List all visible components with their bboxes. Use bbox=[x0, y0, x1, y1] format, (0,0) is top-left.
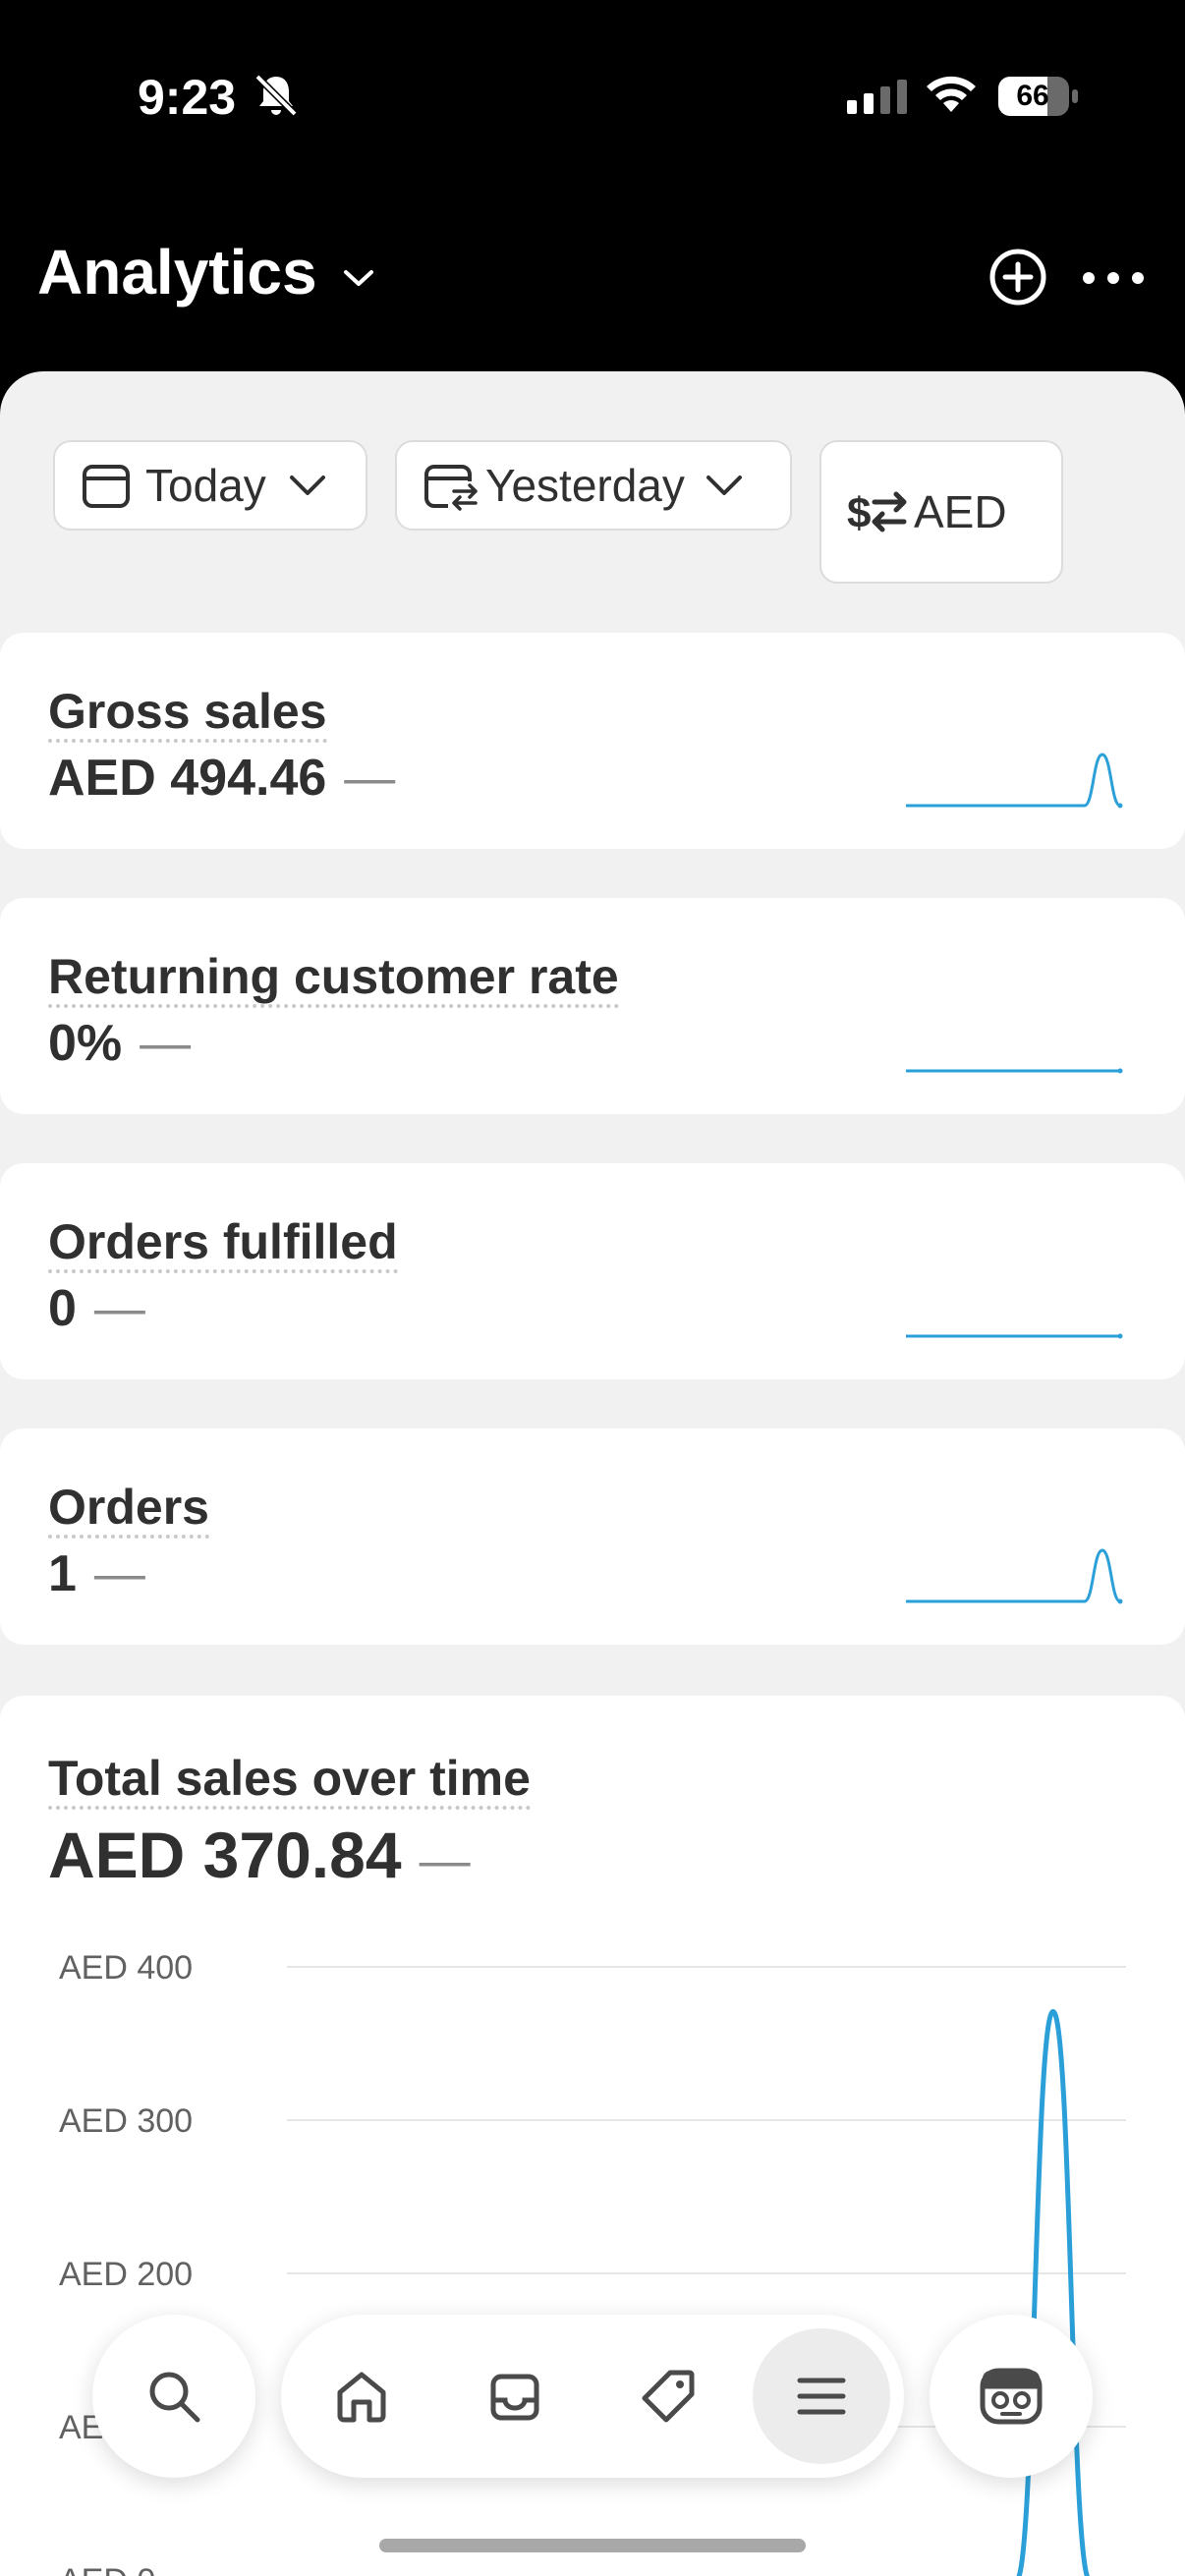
tag-icon bbox=[642, 2370, 695, 2423]
sparkline bbox=[905, 1068, 1123, 1074]
metric-card-orders[interactable]: Orders 1— bbox=[0, 1428, 1185, 1645]
sales-line-chart: AED 400AED 300AED 200AED 100AED 0 bbox=[59, 1949, 1126, 2576]
metric-value: 0% — bbox=[48, 1015, 192, 1072]
currency-exchange-icon: $ bbox=[847, 489, 907, 537]
chevron-down-icon[interactable] bbox=[342, 267, 375, 289]
metric-label: Returning customer rate bbox=[48, 949, 619, 1008]
y-tick-label: AED 0 bbox=[59, 2562, 155, 2576]
search-icon bbox=[149, 2372, 200, 2423]
sparkline bbox=[905, 753, 1123, 809]
menu-icon bbox=[797, 2378, 846, 2415]
analytics-sheet: Today Yesterday $ AED Gross sales AED 49… bbox=[0, 371, 1185, 2576]
bell-muted-icon bbox=[254, 74, 298, 117]
metric-label: Gross sales bbox=[48, 684, 327, 743]
metric-card-gross-sales[interactable]: Gross sales AED 494.46— bbox=[0, 633, 1185, 849]
nav-products[interactable] bbox=[599, 2328, 737, 2464]
currency-selector[interactable]: $ AED bbox=[819, 440, 1063, 584]
status-bar: 9:23 66 bbox=[0, 0, 1185, 196]
sparkline-end-point bbox=[1117, 1598, 1123, 1604]
inbox-icon bbox=[490, 2374, 539, 2421]
currency-label: AED bbox=[914, 486, 1007, 537]
home-icon bbox=[337, 2372, 386, 2423]
sidekick-button[interactable] bbox=[930, 2315, 1093, 2478]
battery-level: 66 bbox=[1016, 80, 1049, 112]
sparkline-series bbox=[905, 1548, 1121, 1603]
more-options-icon[interactable] bbox=[1081, 263, 1146, 293]
sparkline bbox=[905, 1548, 1123, 1604]
comparison-selector[interactable]: Yesterday bbox=[395, 440, 792, 531]
chevron-down-icon bbox=[289, 476, 325, 495]
sparkline-end-point bbox=[1117, 1333, 1123, 1339]
date-range-label: Today bbox=[145, 460, 266, 511]
status-time: 9:23 bbox=[138, 70, 237, 125]
nav-menu[interactable] bbox=[753, 2328, 890, 2464]
cellular-signal-icon bbox=[847, 80, 907, 114]
sparkline-end-point bbox=[1117, 1068, 1123, 1074]
metric-value: 1— bbox=[48, 1545, 145, 1602]
chevron-down-icon bbox=[705, 476, 742, 495]
metric-value: 0— bbox=[48, 1280, 145, 1337]
sparkline bbox=[905, 1333, 1123, 1339]
avatar-icon bbox=[980, 2368, 1043, 2425]
home-indicator bbox=[379, 2539, 806, 2552]
date-range-selector[interactable]: Today bbox=[53, 440, 367, 531]
series-line bbox=[1016, 2008, 1090, 2576]
svg-text:$: $ bbox=[847, 489, 871, 537]
wifi-icon bbox=[927, 76, 976, 112]
calendar-icon bbox=[83, 465, 130, 508]
sparkline-end-point bbox=[1117, 803, 1123, 809]
add-circle-icon[interactable] bbox=[988, 248, 1047, 307]
metric-label: Orders fulfilled bbox=[48, 1214, 398, 1273]
nav-orders[interactable] bbox=[446, 2328, 584, 2464]
comparison-label: Yesterday bbox=[485, 460, 685, 511]
calendar-compare-icon bbox=[424, 465, 478, 511]
y-tick-label: AED 200 bbox=[59, 2256, 193, 2293]
chart-title: Total sales over time bbox=[48, 1751, 531, 1810]
metric-card-orders-fulfilled[interactable]: Orders fulfilled 0— bbox=[0, 1163, 1185, 1379]
bottom-nav bbox=[281, 2315, 904, 2478]
metric-label: Orders bbox=[48, 1480, 209, 1539]
page-title[interactable]: Analytics bbox=[37, 236, 317, 308]
sparkline-series bbox=[905, 753, 1121, 808]
total-sales-value: AED 370.84— bbox=[48, 1819, 471, 1891]
search-button[interactable] bbox=[92, 2315, 255, 2478]
metric-card-returning-customer-rate[interactable]: Returning customer rate 0% — bbox=[0, 898, 1185, 1114]
y-tick-label: AED 300 bbox=[59, 2102, 193, 2140]
y-tick-label: AED 400 bbox=[59, 1949, 193, 1987]
metric-value: AED 494.46— bbox=[48, 750, 396, 807]
nav-home[interactable] bbox=[293, 2328, 430, 2464]
